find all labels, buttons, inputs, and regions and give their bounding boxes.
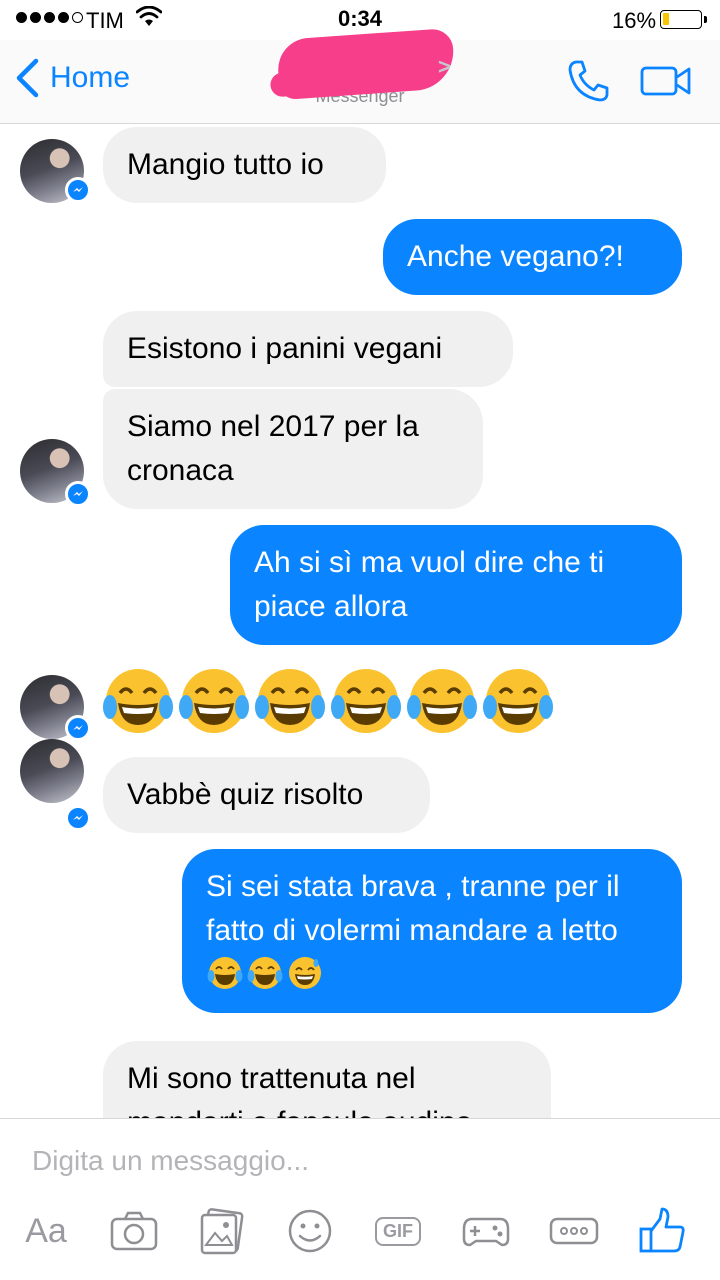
message-list[interactable]: Mangio tutto io Anche vegano?! Esistono … [0,125,720,1118]
photo-gallery-icon[interactable] [196,1205,248,1257]
chevron-right-icon: > [438,54,451,79]
messenger-badge-icon [65,481,91,507]
carrier-label: TIM [86,8,124,33]
message-bubble[interactable]: Ah si sì ma vuol dire che ti piace allor… [230,525,682,645]
message-bubble[interactable]: Anche vegano?! [383,219,682,295]
laughing-tears-emoji-icon [103,669,173,733]
message-bubble[interactable]: Si sei stata brava , tranne per il fatto… [182,849,682,1013]
laughing-tears-emoji-icon [407,669,477,733]
message-bubble[interactable]: Vabbè quiz risolto [103,757,430,833]
game-controller-icon[interactable] [460,1205,512,1257]
smiley-icon[interactable] [284,1205,336,1257]
conversation-header: Home M > Messenger [0,27,720,124]
camera-icon[interactable] [108,1205,160,1257]
message-bubble[interactable]: Mangio tutto io [103,127,386,203]
contact-avatar[interactable] [20,739,84,803]
more-icon[interactable] [548,1205,600,1257]
chevron-left-icon [16,58,39,98]
gif-label: GIF [375,1216,421,1246]
message-bubble[interactable]: Siamo nel 2017 per la cronaca [103,389,483,509]
contact-title[interactable]: M > Messenger [260,27,460,107]
composer-toolbar: Aa GIF [0,1205,720,1265]
grinning-sweat-emoji-icon [289,957,321,989]
laughing-tears-emoji-icon [247,957,283,989]
laughing-tears-emoji-icon [483,669,553,733]
messenger-badge-icon [65,715,91,741]
laughing-tears-emoji-icon [331,669,401,733]
laughing-tears-emoji-icon [179,669,249,733]
laughing-tears-emoji-icon [207,957,243,989]
thumbs-up-icon[interactable] [636,1205,688,1257]
message-text: Si sei stata brava , tranne per il fatto… [206,870,620,947]
message-bubble[interactable]: Esistono i panini vegani [103,311,513,387]
battery-icon [660,10,707,29]
battery-percent: 16% [612,8,657,33]
laughing-tears-emoji-icon [255,669,325,733]
wifi-icon [136,6,162,26]
message-bubble[interactable]: Mi sono trattenuta nel mandarti a fancul… [103,1041,551,1118]
message-composer: Digita un messaggio... Aa GIF [0,1118,720,1280]
messenger-badge-icon [65,805,91,831]
emoji-message[interactable]: 😂😂😂😂😂😂 [100,663,556,739]
video-camera-icon[interactable] [640,64,692,98]
back-label: Home [50,61,131,94]
gif-button[interactable]: GIF [372,1205,424,1257]
battery-level [663,13,669,25]
status-time: 0:34 [337,6,383,31]
message-input[interactable]: Digita un messaggio... [32,1145,309,1177]
signal-strength-icon [16,12,83,23]
message-emojis [206,957,326,991]
messenger-badge-icon [65,177,91,203]
phone-icon[interactable] [566,58,612,104]
text-format-button[interactable]: Aa [20,1205,72,1257]
back-button[interactable]: Home [14,58,130,98]
